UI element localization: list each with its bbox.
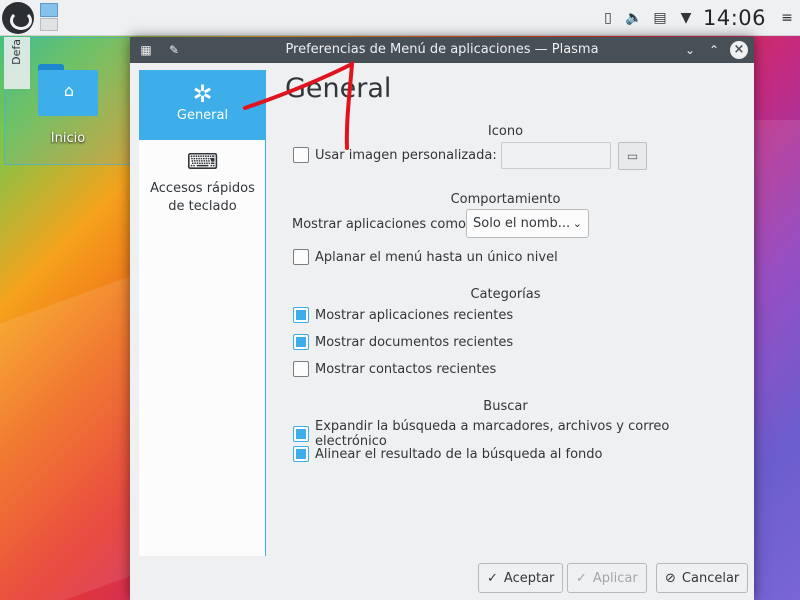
window-title: Preferencias de Menú de aplicaciones — P… xyxy=(285,42,599,57)
chevron-down-icon: ⌄ xyxy=(572,217,582,230)
flatten-checkbox[interactable] xyxy=(293,249,309,265)
checkmark-icon: ✓ xyxy=(576,570,587,586)
recent-contacts-checkbox[interactable] xyxy=(293,361,309,377)
digital-clock[interactable]: 14:06 xyxy=(699,6,774,30)
home-folder-label[interactable]: Inicio xyxy=(34,131,102,146)
recent-apps-row[interactable]: Mostrar aplicaciones recientes xyxy=(293,307,513,323)
house-icon: ⌂ xyxy=(63,81,75,100)
minimize-icon[interactable]: ⌄ xyxy=(682,42,698,58)
sidebar-item-shortcuts[interactable]: ⌨ Accesos rápidos de teclado xyxy=(139,152,266,222)
wallpaper-shard xyxy=(754,120,800,600)
kde-logo-icon: ✲ xyxy=(192,80,213,108)
custom-image-label: Usar imagen personalizada: xyxy=(315,147,497,163)
close-icon[interactable]: × xyxy=(730,41,748,59)
system-tray: ▯ 🔈 ▤ ▼ 14:06 ≡ xyxy=(595,0,800,36)
window-titlebar[interactable]: ▦ ✎ Preferencias de Menú de aplicaciones… xyxy=(130,37,754,63)
ok-button-label: Aceptar xyxy=(503,570,555,586)
settings-dialog: ▦ ✎ Preferencias de Menú de aplicaciones… xyxy=(130,37,754,600)
expand-search-checkbox[interactable] xyxy=(293,426,309,442)
checkmark-icon: ✓ xyxy=(487,570,498,586)
recent-contacts-label: Mostrar contactos recientes xyxy=(315,361,497,377)
recent-docs-row[interactable]: Mostrar documentos recientes xyxy=(293,334,513,350)
wallpaper-shard xyxy=(0,276,130,600)
align-results-checkbox[interactable] xyxy=(293,446,309,462)
folder-icon: ▭ xyxy=(626,149,639,163)
show-apps-label: Mostrar aplicaciones como: xyxy=(292,217,471,232)
section-title-categories: Categorías xyxy=(470,287,541,302)
flatten-label: Aplanar el menú hasta un único nivel xyxy=(315,249,558,265)
page-title: General xyxy=(285,73,392,104)
recent-docs-label: Mostrar documentos recientes xyxy=(315,334,514,350)
browse-button[interactable]: ▭ xyxy=(618,142,647,170)
apply-button[interactable]: ✓ Aplicar xyxy=(567,563,647,593)
maximize-icon[interactable]: ⌃ xyxy=(706,42,722,58)
apply-button-label: Aplicar xyxy=(592,570,638,586)
recent-docs-checkbox[interactable] xyxy=(293,334,309,350)
cancel-icon: ⊘ xyxy=(665,570,676,586)
arrow-down-icon[interactable]: ▼ xyxy=(673,0,699,36)
settings-content: General Icono Usar imagen personalizada:… xyxy=(266,70,745,556)
section-title-search: Buscar xyxy=(483,399,528,414)
top-panel: ▯ 🔈 ▤ ▼ 14:06 ≡ xyxy=(0,0,800,36)
settings-sidebar: ✲ General ⌨ Accesos rápidos de teclado xyxy=(139,70,266,556)
custom-image-row[interactable]: Usar imagen personalizada: xyxy=(293,147,497,163)
cancel-button[interactable]: ⊘ Cancelar xyxy=(656,563,749,593)
cancel-button-label: Cancelar xyxy=(681,570,740,586)
folder-view-title: Defa xyxy=(10,39,23,65)
section-title-behavior: Comportamiento xyxy=(450,192,561,207)
volume-icon[interactable]: 🔈 xyxy=(621,0,647,36)
expand-search-label: Expandir la búsqueda a marcadores, archi… xyxy=(314,419,670,449)
keyboard-icon: ⌨ xyxy=(186,150,219,175)
folder-view-handle[interactable]: Defa xyxy=(4,37,30,89)
align-results-label: Alinear el resultado de la búsqueda al f… xyxy=(315,446,603,462)
virtual-desktop-pager[interactable] xyxy=(40,3,58,31)
clipboard-icon[interactable]: ▤ xyxy=(647,0,673,36)
pin-icon[interactable]: ✎ xyxy=(166,42,182,58)
section-title-icon: Icono xyxy=(487,124,524,139)
custom-image-checkbox[interactable] xyxy=(293,147,309,163)
recent-contacts-row[interactable]: Mostrar contactos recientes xyxy=(293,361,496,377)
window-menu-icon[interactable]: ▦ xyxy=(138,42,154,58)
sidebar-item-general[interactable]: ✲ General xyxy=(139,70,266,140)
usb-icon[interactable]: ▯ xyxy=(595,0,621,36)
home-folder-icon[interactable]: ⌂ xyxy=(38,64,98,116)
align-results-row[interactable]: Alinear el resultado de la búsqueda al f… xyxy=(293,446,603,462)
application-launcher-icon[interactable] xyxy=(2,2,34,34)
custom-image-path-field[interactable] xyxy=(501,142,611,169)
pager-desktop-1[interactable] xyxy=(40,3,58,17)
flatten-row[interactable]: Aplanar el menú hasta un único nivel xyxy=(293,249,558,265)
ok-button[interactable]: ✓ Aceptar xyxy=(478,563,564,593)
pager-desktop-2[interactable] xyxy=(40,18,58,31)
expand-search-row[interactable]: Expandir la búsqueda a marcadores, archi… xyxy=(293,419,745,449)
recent-apps-checkbox[interactable] xyxy=(293,307,309,323)
sidebar-item-label: Accesos rápidos de teclado xyxy=(150,181,255,214)
hamburger-icon[interactable]: ≡ xyxy=(774,0,800,36)
show-apps-value: Solo el nomb... xyxy=(473,216,571,231)
recent-apps-label: Mostrar aplicaciones recientes xyxy=(315,307,514,323)
show-apps-select[interactable]: Solo el nomb... ⌄ xyxy=(466,209,589,238)
sidebar-item-label: General xyxy=(176,108,229,123)
